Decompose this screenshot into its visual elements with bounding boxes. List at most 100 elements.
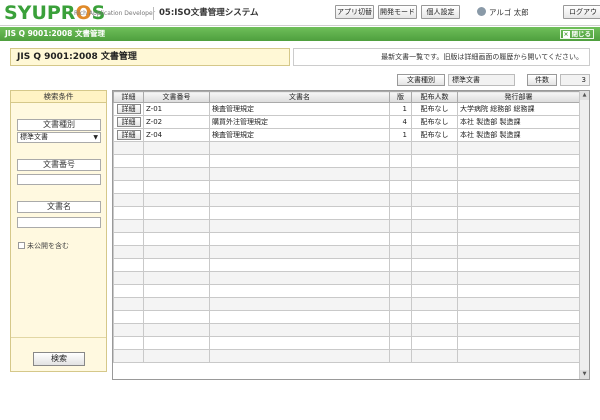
empty-cell [143,349,210,363]
grid-scrollbar[interactable]: ▲ ▼ [579,91,589,379]
empty-cell [209,245,390,259]
empty-cell [411,336,458,350]
detail-cell: 詳細 [113,128,144,142]
empty-cell [209,193,390,207]
personal-settings-button[interactable]: 個人設定 [421,5,460,19]
empty-row [113,232,580,246]
user-name: アルゴ 太郎 [489,8,529,17]
empty-cell [113,349,144,363]
close-icon: × [562,31,570,38]
empty-cell [113,180,144,194]
window-titlebar: JIS Q 9001:2008 文書管理 × 閉じる [0,27,600,41]
empty-row [113,284,580,298]
empty-cell [113,206,144,220]
col-header-detail[interactable]: 詳細 [113,91,144,103]
close-label: 閉じる [571,30,592,38]
empty-cell [209,284,390,298]
detail-button[interactable]: 詳細 [116,116,141,127]
user-info: アルゴ 太郎 [477,6,529,19]
empty-cell [209,141,390,155]
empty-cell [209,154,390,168]
close-button[interactable]: × 閉じる [559,29,594,39]
empty-cell [113,310,144,324]
empty-cell [457,297,580,311]
empty-cell [113,193,144,207]
empty-cell [389,245,412,259]
distribution-cell: 配布なし [411,115,458,129]
empty-cell [457,310,580,324]
empty-cell [457,193,580,207]
table-header-row: 詳細 文書番号 文書名 版 配布人数 発行部署 [113,91,580,103]
empty-cell [113,245,144,259]
col-header-department[interactable]: 発行部署 [457,91,580,103]
logout-button[interactable]: ログアウ [563,5,600,19]
empty-cell [457,180,580,194]
scroll-up-icon[interactable]: ▲ [580,91,589,100]
col-header-doc-name[interactable]: 文書名 [209,91,390,103]
empty-cell [209,297,390,311]
empty-cell [457,154,580,168]
col-header-doc-number[interactable]: 文書番号 [143,91,210,103]
empty-row [113,336,580,350]
empty-row [113,206,580,220]
search-panel-title: 検索条件 [11,91,106,103]
empty-cell [209,323,390,337]
detail-cell: 詳細 [113,115,144,129]
empty-cell [457,232,580,246]
empty-cell [389,258,412,272]
table-row[interactable]: 詳細 Z-04 検査管理規定 1 配布なし 本社 製造部 製造課 [113,128,580,142]
user-icon [477,7,486,16]
col-header-distribution[interactable]: 配布人数 [411,91,458,103]
app-switch-button[interactable]: アプリ切替 [335,5,374,19]
empty-cell [143,297,210,311]
table-row[interactable]: 詳細 Z-01 検査管理規定 1 配布なし 大学病院 総務部 総務課 [113,102,580,116]
empty-row [113,193,580,207]
empty-cell [411,154,458,168]
window-title: JIS Q 9001:2008 文書管理 [5,29,105,38]
empty-cell [389,349,412,363]
empty-cell [389,193,412,207]
empty-cell [457,219,580,233]
empty-cell [389,232,412,246]
empty-cell [143,258,210,272]
empty-row [113,258,580,272]
doc-type-filter-value: 標準文書 [448,74,515,86]
scroll-down-icon[interactable]: ▼ [580,370,589,379]
empty-cell [389,206,412,220]
count-label: 件数 [527,74,557,86]
empty-cell [113,284,144,298]
empty-cell [113,258,144,272]
detail-cell: 詳細 [113,102,144,116]
doc-name-label: 文書名 [17,201,101,213]
empty-row [113,154,580,168]
count-value: 3 [560,74,590,86]
table-row[interactable]: 詳細 Z-02 購買外注管理規定 4 配布なし 本社 製造部 製造課 [113,115,580,129]
dev-mode-button[interactable]: 開発モード [378,5,417,19]
doc-number-label: 文書番号 [17,159,101,171]
empty-cell [389,284,412,298]
col-header-version[interactable]: 版 [389,91,412,103]
system-name: 05:ISO文書管理システム [153,7,258,20]
empty-cell [209,310,390,324]
search-button[interactable]: 検索 [33,352,85,366]
detail-button[interactable]: 詳細 [116,103,141,114]
doc-type-select[interactable]: 標準文書 ▼ [17,132,101,143]
empty-cell [457,245,580,259]
empty-cell [209,167,390,181]
empty-cell [411,271,458,285]
include-unpublished-checkbox[interactable]: 未公開を含む [18,242,69,251]
empty-cell [411,167,458,181]
empty-cell [209,336,390,350]
empty-cell [143,336,210,350]
empty-row [113,349,580,363]
table-body: 詳細 Z-01 検査管理規定 1 配布なし 大学病院 総務部 総務課 詳細 Z-… [113,102,580,363]
empty-cell [209,349,390,363]
empty-cell [209,180,390,194]
empty-row [113,323,580,337]
checkbox-icon [18,242,25,249]
doc-name-input[interactable] [17,217,101,228]
doc-number-input[interactable] [17,174,101,185]
detail-button[interactable]: 詳細 [116,129,141,140]
document-table: 詳細 文書番号 文書名 版 配布人数 発行部署 詳細 Z-01 検査管理規定 1… [113,91,580,363]
empty-cell [457,167,580,181]
